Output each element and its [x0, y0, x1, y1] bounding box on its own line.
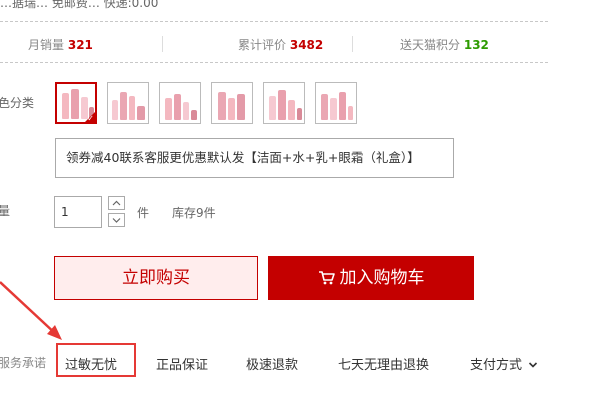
buy-now-button[interactable]: 立即购买 — [54, 256, 258, 300]
stat-separator — [162, 36, 163, 52]
stat-separator — [352, 36, 353, 52]
quantity-input[interactable]: 1 — [54, 196, 102, 228]
add-to-cart-button[interactable]: 加入购物车 — [268, 256, 474, 300]
monthly-sales-value: 321 — [67, 38, 93, 52]
color-option-thumbnail[interactable] — [211, 82, 253, 124]
quantity-decrease-button[interactable] — [108, 213, 125, 227]
cart-icon — [318, 271, 335, 285]
review-count[interactable]: 累计评价 3482 — [238, 36, 323, 53]
review-count-value: 3482 — [289, 38, 324, 52]
color-option-thumbnail[interactable] — [159, 82, 201, 124]
tmall-points: 送天猫积分 132 — [400, 38, 489, 52]
shipping-info-text: …据瑞… 免邮费… 快递:0.00 — [0, 0, 159, 10]
color-option-thumbnail[interactable] — [263, 82, 305, 124]
color-option-thumbnail[interactable] — [107, 82, 149, 124]
quantity-increase-button[interactable] — [108, 196, 125, 210]
color-option-thumbnail[interactable] — [315, 82, 357, 124]
divider — [0, 21, 548, 22]
chevron-up-icon — [112, 200, 121, 206]
chevron-down-icon — [112, 218, 121, 223]
service-fast-refund[interactable]: 极速退款 — [246, 354, 298, 373]
monthly-sales: 月销量 321 — [28, 38, 93, 52]
service-authentic-guarantee[interactable]: 正品保证 — [156, 354, 208, 373]
sales-stats-bar: 月销量 321 累计评价 3482 送天猫积分 132 — [0, 32, 548, 56]
tmall-points-value: 132 — [463, 38, 489, 52]
payment-methods-dropdown[interactable]: 支付方式 — [470, 354, 538, 373]
service-allergy-free[interactable]: 过敏无忧 — [65, 354, 117, 373]
payment-methods-label: 支付方式 — [470, 358, 523, 373]
chevron-down-icon — [529, 362, 538, 368]
service-commitment-label: 服务承诺 — [0, 356, 47, 370]
stock-count: 库存9件 — [172, 206, 216, 220]
add-to-cart-label: 加入购物车 — [339, 268, 425, 288]
quantity-label: 量 — [0, 204, 11, 218]
service-seven-day-return[interactable]: 七天无理由退换 — [338, 354, 429, 373]
color-category-label: 色分类 — [0, 96, 35, 110]
quantity-unit: 件 — [137, 206, 150, 220]
selected-option-box[interactable]: 领券减40联系客服更优惠默认发【洁面+水+乳+眼霜（礼盒）】 — [55, 138, 454, 178]
divider — [0, 62, 548, 63]
color-option-thumbnail[interactable]: ✓ — [55, 82, 97, 124]
